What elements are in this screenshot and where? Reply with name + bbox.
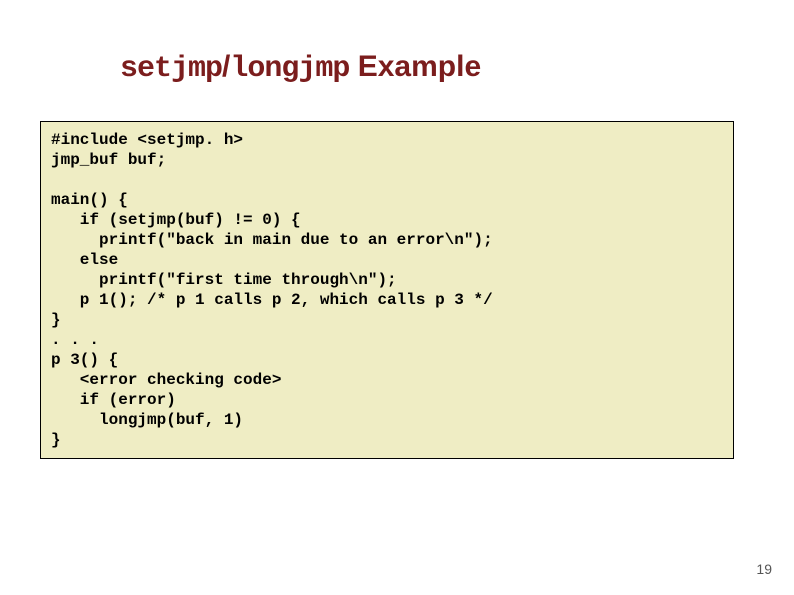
slide: setjmp/longjmp Example #include <setjmp.…: [0, 0, 794, 595]
code-box: #include <setjmp. h> jmp_buf buf; main()…: [40, 121, 734, 459]
title-suffix: Example: [349, 50, 481, 83]
page-number: 19: [756, 561, 772, 577]
code-listing: #include <setjmp. h> jmp_buf buf; main()…: [51, 130, 723, 450]
slide-title: setjmp/longjmp Example: [120, 50, 481, 86]
title-mono-1: setjmp: [120, 52, 222, 86]
title-mono-2: longjmp: [230, 52, 349, 86]
